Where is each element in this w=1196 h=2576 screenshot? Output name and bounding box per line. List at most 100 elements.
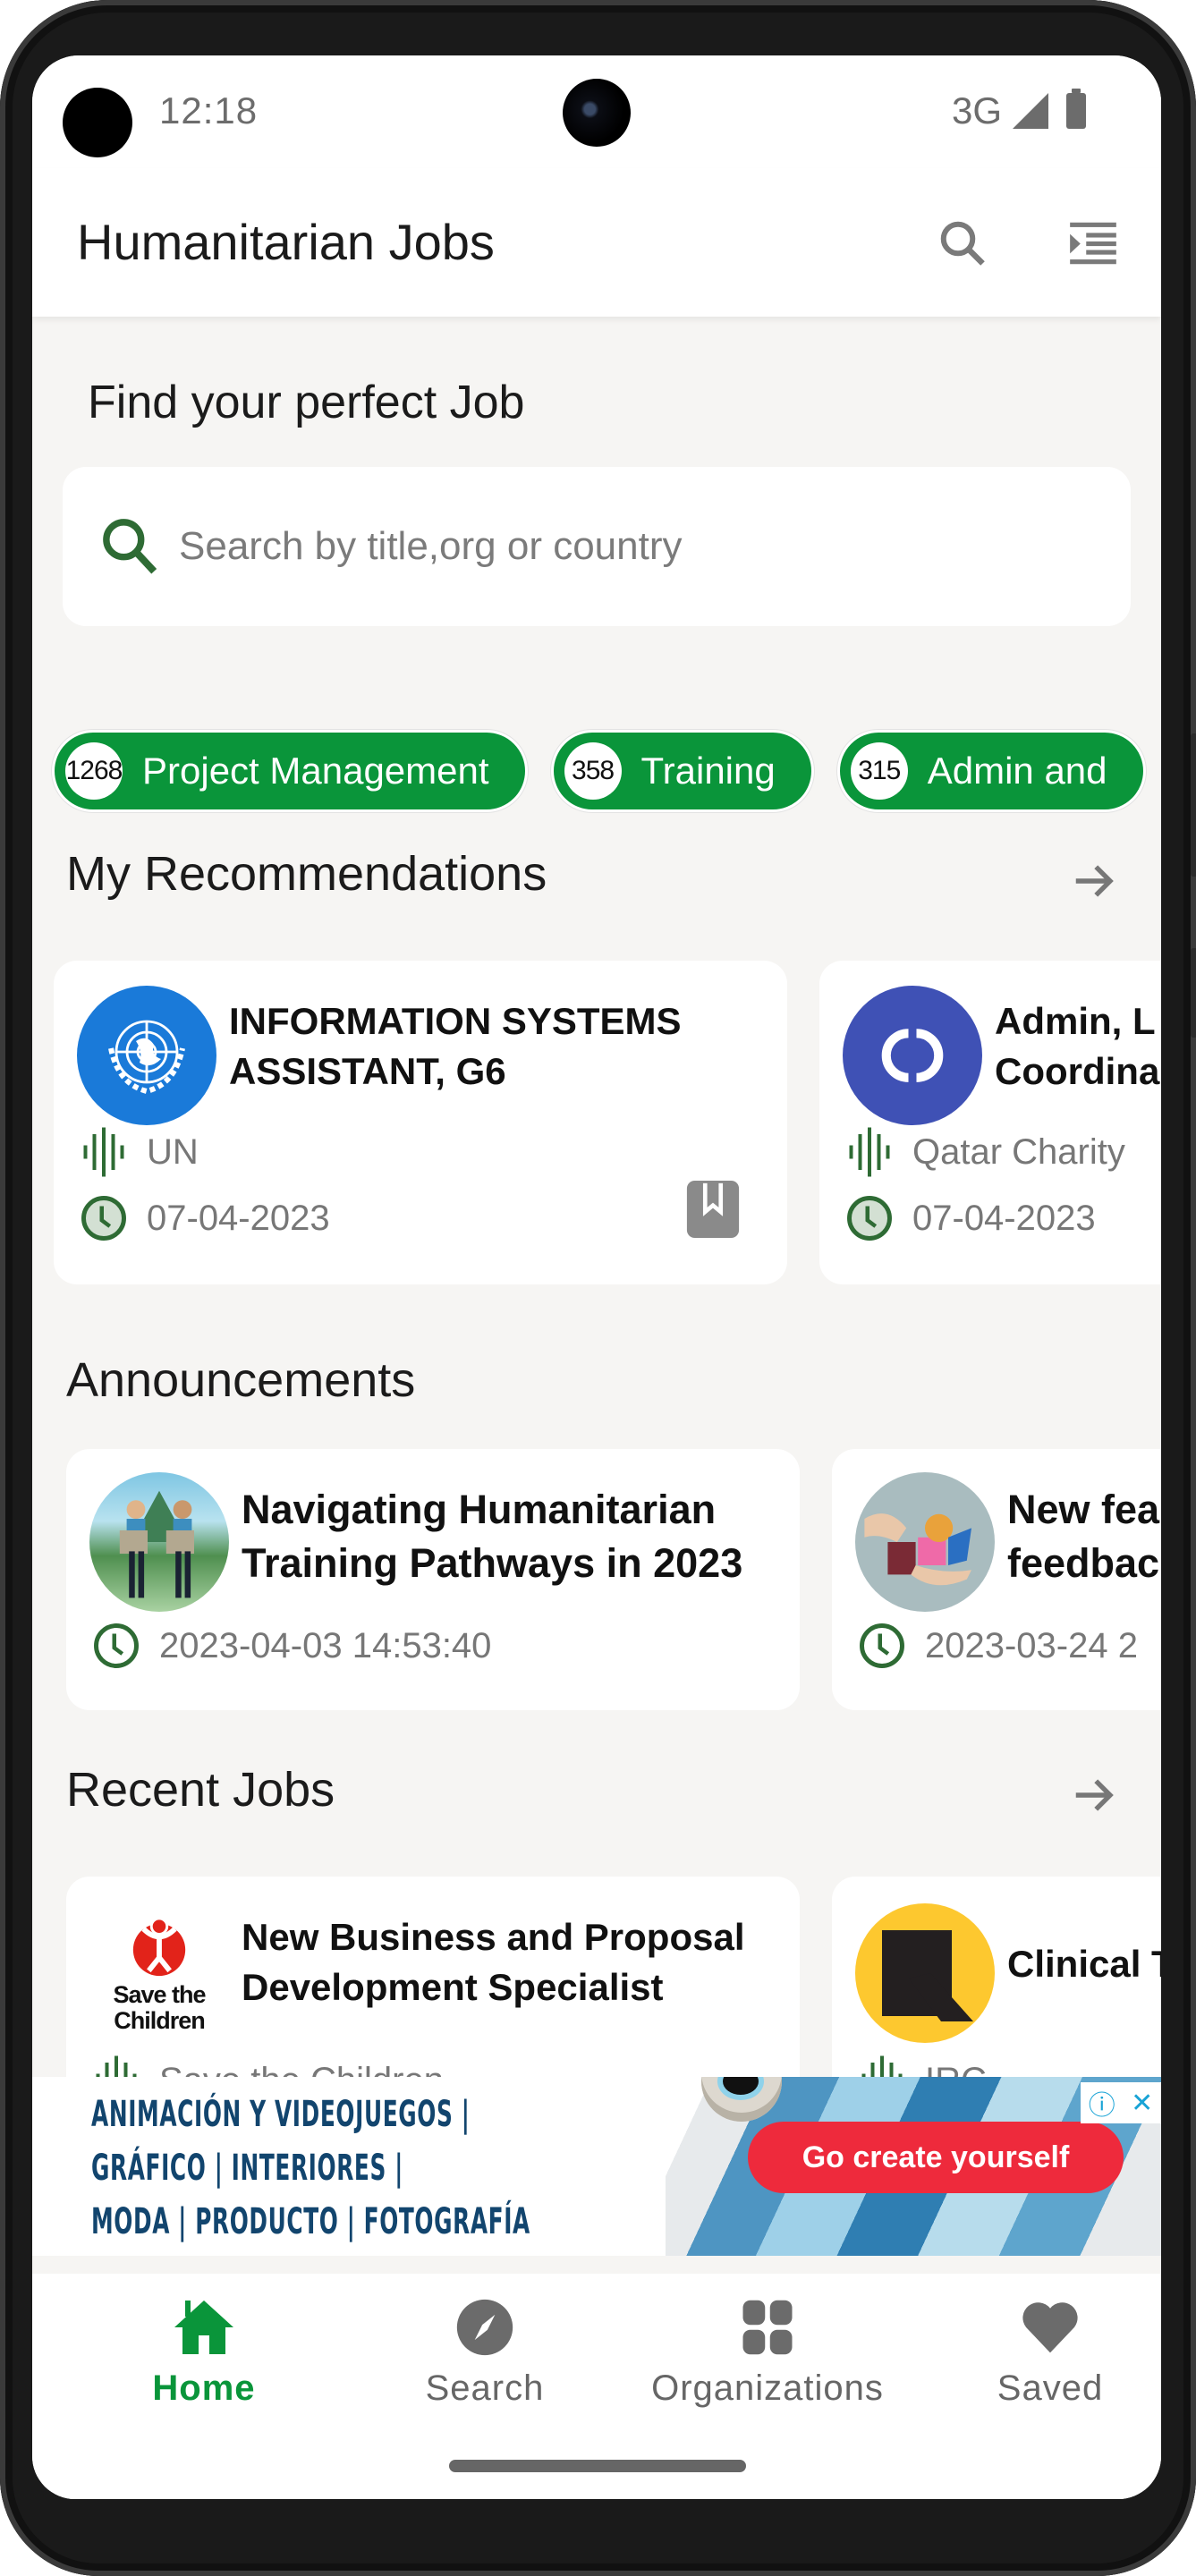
ad-line: MODA | PRODUCTO | FOTOGRAFÍA <box>91 2201 530 2242</box>
arrow-right-icon <box>1075 865 1114 897</box>
announcements-title: Announcements <box>66 1353 416 1407</box>
ad-banner[interactable]: ANIMACIÓN Y VIDEOJUEGOS | GRÁFICO | INTE… <box>32 2077 1161 2256</box>
job-org-row: Qatar Charity <box>843 1125 1125 1179</box>
ad-line: GRÁFICO | INTERIORES | <box>91 2148 403 2189</box>
ad-close-icon[interactable]: ✕ <box>1131 2088 1153 2119</box>
chip-label: Admin and <box>927 750 1107 792</box>
job-card[interactable]: INFORMATION SYSTEMS ASSISTANT, G6 UN 07-… <box>54 961 787 1284</box>
grid-icon <box>732 2292 803 2363</box>
announcement-card[interactable]: New fea feedbac 2023-03-24 2 <box>832 1449 1161 1710</box>
compass-icon <box>449 2292 521 2363</box>
status-time: 12:18 <box>159 89 259 131</box>
job-org: Qatar Charity <box>912 1131 1125 1172</box>
job-title: Admin, L Coordina <box>995 996 1161 1097</box>
status-bar: 12:18 3G <box>32 55 1161 168</box>
ad-info-icon[interactable]: ⓘ <box>1089 2083 1115 2123</box>
phone-frame: 12:18 3G Humanitarian Jobs Find your per… <box>0 0 1196 2576</box>
nav-label: Search <box>425 2368 545 2408</box>
power-button <box>1191 948 1196 1038</box>
search-icon <box>95 511 166 582</box>
nav-home[interactable]: Home <box>70 2274 338 2435</box>
job-title: Clinical T <box>1007 1939 1161 1989</box>
announcement-card[interactable]: Navigating Humanitarian Training Pathway… <box>66 1449 800 1710</box>
chip-label: Project Management <box>142 750 489 792</box>
job-title: New Business and Proposal Development Sp… <box>242 1912 782 2012</box>
ad-choices[interactable]: ⓘ ✕ <box>1081 2082 1161 2123</box>
job-title-line: Admin, L <box>995 1000 1156 1042</box>
home-icon <box>168 2292 240 2363</box>
clock-icon <box>843 1191 896 1245</box>
app-title: Humanitarian Jobs <box>77 214 495 270</box>
search-field[interactable] <box>63 467 1131 626</box>
announcement-image <box>855 1472 995 1612</box>
job-title-line: Development Specialist <box>242 1966 664 2008</box>
save-the-children-logo: Save the Children <box>89 1903 229 2043</box>
qatar-charity-logo <box>843 986 982 1125</box>
announcement-date-row: 2023-04-03 14:53:40 <box>89 1619 491 1673</box>
hero-title: Find your perfect Job <box>88 377 525 428</box>
recommendations-see-all-button[interactable] <box>1063 850 1125 912</box>
home-indicator[interactable] <box>449 2460 746 2472</box>
search-input[interactable] <box>179 524 1073 569</box>
ad-line: ANIMACIÓN Y VIDEOJUEGOS | <box>91 2094 471 2135</box>
announcement-title: New fea feedbac <box>1007 1483 1161 1590</box>
job-date-row: 07-04-2023 <box>77 1191 330 1245</box>
job-title-line: Clinical T <box>1007 1943 1161 1985</box>
chip-label: Training <box>640 750 776 792</box>
front-camera <box>563 79 631 147</box>
category-chips: 1268 Project Management 358 Training 315… <box>52 730 1146 812</box>
job-title-line: INFORMATION SYSTEMS <box>229 1000 682 1042</box>
search-icon <box>940 221 985 266</box>
nav-label: Organizations <box>651 2368 884 2408</box>
nav-search[interactable]: Search <box>351 2274 619 2435</box>
recommendations-title: My Recommendations <box>66 847 547 901</box>
search-button[interactable] <box>927 208 998 279</box>
clock-icon <box>77 1191 131 1245</box>
format-indent-icon <box>1070 222 1116 265</box>
job-title: INFORMATION SYSTEMS ASSISTANT, G6 <box>229 996 769 1097</box>
announcements-carousel: Navigating Humanitarian Training Pathway… <box>32 1449 1161 1807</box>
network-type: 3G <box>951 89 1002 131</box>
bookmark-icon <box>686 1181 740 1238</box>
recommendations-carousel: INFORMATION SYSTEMS ASSISTANT, G6 UN 07-… <box>32 961 1161 1318</box>
volume-button <box>1191 733 1196 877</box>
category-chip-admin[interactable]: 315 Admin and <box>836 730 1146 812</box>
arrow-right-icon <box>1075 1779 1114 1811</box>
job-date: 07-04-2023 <box>912 1198 1096 1238</box>
announcement-image <box>89 1472 229 1612</box>
organization-icon <box>843 1125 896 1179</box>
signal-icon <box>1013 93 1048 129</box>
job-title-line: Coordina <box>995 1050 1160 1092</box>
irc-logo <box>855 1903 995 2043</box>
bookmark-button[interactable] <box>685 1181 741 1238</box>
clock-icon <box>855 1619 909 1673</box>
logo-text: Save the <box>113 1981 206 2008</box>
job-card[interactable]: Admin, L Coordina Qatar Charity 07-04-20… <box>819 961 1161 1284</box>
recent-jobs-see-all-button[interactable] <box>1063 1764 1125 1826</box>
chip-count: 315 <box>850 742 908 800</box>
recent-jobs-title: Recent Jobs <box>66 1763 335 1817</box>
announcement-date-row: 2023-03-24 2 <box>855 1619 1138 1673</box>
logo-text: Children <box>114 2007 206 2034</box>
un-logo <box>77 986 216 1125</box>
job-org-row: UN <box>77 1125 199 1179</box>
job-title-line: New Business and Proposal <box>242 1916 745 1958</box>
category-chip-training[interactable]: 358 Training <box>550 730 814 812</box>
menu-button[interactable] <box>1057 208 1129 279</box>
announcement-title-line: Training Pathways in 2023 <box>242 1540 743 1586</box>
camera-cutout <box>63 88 132 157</box>
ad-headline: ANIMACIÓN Y VIDEOJUEGOS | GRÁFICO | INTE… <box>91 2088 530 2249</box>
ad-cta-button[interactable]: Go create yourself <box>748 2122 1124 2193</box>
heart-icon <box>1014 2292 1086 2363</box>
job-title-line: ASSISTANT, G6 <box>229 1050 506 1092</box>
nav-organizations[interactable]: Organizations <box>633 2274 902 2435</box>
announcement-title-line: feedbac <box>1007 1540 1160 1586</box>
category-chip-project-management[interactable]: 1268 Project Management <box>52 730 528 812</box>
status-indicators: 3G <box>952 89 1086 132</box>
job-date: 07-04-2023 <box>147 1198 330 1238</box>
chip-count: 1268 <box>65 742 123 800</box>
battery-icon <box>1066 89 1086 129</box>
nav-saved[interactable]: Saved <box>916 2274 1161 2435</box>
announcement-title-line: Navigating Humanitarian <box>242 1487 717 1532</box>
app-bar: Humanitarian Jobs <box>32 168 1161 317</box>
